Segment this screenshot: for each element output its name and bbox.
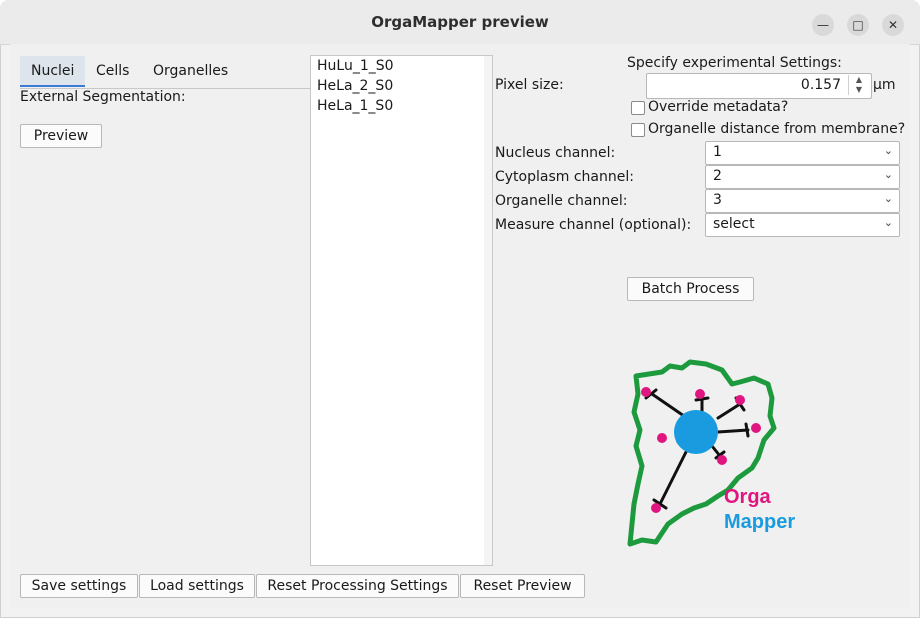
logo-text-mapper: Mapper: [724, 511, 796, 533]
minimize-icon[interactable]: —: [812, 14, 834, 36]
nucleus-channel-value: 1: [713, 144, 722, 160]
settings-header: Specify experimental Settings:: [627, 55, 842, 71]
load-settings-button[interactable]: Load settings: [139, 574, 255, 598]
cytoplasm-channel-value: 2: [713, 168, 722, 184]
nucleus-channel-label: Nucleus channel:: [495, 145, 616, 161]
title-bar[interactable]: OrgaMapper preview — □ ✕: [0, 0, 920, 45]
save-settings-button[interactable]: Save settings: [20, 574, 138, 598]
pixel-size-unit: µm: [873, 77, 896, 93]
maximize-icon[interactable]: □: [847, 14, 869, 36]
organelle-channel-label: Organelle channel:: [495, 193, 628, 209]
close-icon[interactable]: ✕: [882, 14, 904, 36]
organelle-channel-value: 3: [713, 192, 722, 208]
organelle-distance-checkbox[interactable]: [631, 123, 645, 137]
cytoplasm-channel-label: Cytoplasm channel:: [495, 169, 634, 185]
measure-channel-value: select: [713, 216, 755, 232]
main-content: Nuclei Cells Organelles External Segment…: [10, 44, 910, 607]
cytoplasm-channel-select[interactable]: 2 ⌄: [705, 165, 900, 189]
pixel-size-value[interactable]: 0.157: [801, 77, 841, 93]
tab-organelles[interactable]: Organelles: [142, 56, 239, 87]
tab-bar: Nuclei Cells Organelles: [20, 56, 310, 89]
spin-arrows-icon[interactable]: ▲ ▼: [848, 75, 869, 95]
override-metadata-label[interactable]: Override metadata?: [648, 99, 788, 115]
measure-channel-label: Measure channel (optional):: [495, 217, 692, 233]
list-item[interactable]: HeLa_1_S0: [317, 98, 393, 114]
measure-channel-select[interactable]: select ⌄: [705, 213, 900, 237]
file-list[interactable]: HuLu_1_S0 HeLa_2_S0 HeLa_1_S0: [310, 55, 493, 566]
nucleus-channel-select[interactable]: 1 ⌄: [705, 141, 900, 165]
pixel-size-spinbox[interactable]: 0.157 ▲ ▼: [646, 73, 872, 99]
tab-nuclei[interactable]: Nuclei: [20, 56, 86, 87]
chevron-down-icon: ⌄: [883, 144, 893, 157]
list-item[interactable]: HeLa_2_S0: [317, 78, 393, 94]
chevron-down-icon: ⌄: [883, 216, 893, 229]
list-item[interactable]: HuLu_1_S0: [317, 58, 394, 74]
override-metadata-checkbox[interactable]: [631, 101, 645, 115]
tab-cells[interactable]: Cells: [85, 56, 140, 87]
orgamapper-logo: Orga Mapper: [622, 354, 812, 554]
preview-button[interactable]: Preview: [20, 124, 102, 148]
pixel-size-label: Pixel size:: [495, 77, 564, 93]
external-segmentation-label: External Segmentation:: [20, 89, 186, 105]
window-title: OrgaMapper preview: [371, 13, 549, 31]
app-window: OrgaMapper preview — □ ✕ Nuclei Cells Or…: [0, 0, 920, 618]
batch-process-button[interactable]: Batch Process: [627, 277, 754, 301]
reset-processing-settings-button[interactable]: Reset Processing Settings: [256, 574, 459, 598]
list-scrollbar[interactable]: [484, 56, 492, 565]
chevron-down-icon: ⌄: [883, 168, 893, 181]
logo-text-orga: Orga: [724, 486, 771, 508]
reset-preview-button[interactable]: Reset Preview: [460, 574, 585, 598]
chevron-down-icon: ⌄: [883, 192, 893, 205]
organelle-channel-select[interactable]: 3 ⌄: [705, 189, 900, 213]
organelle-distance-label[interactable]: Organelle distance from membrane?: [648, 121, 905, 137]
